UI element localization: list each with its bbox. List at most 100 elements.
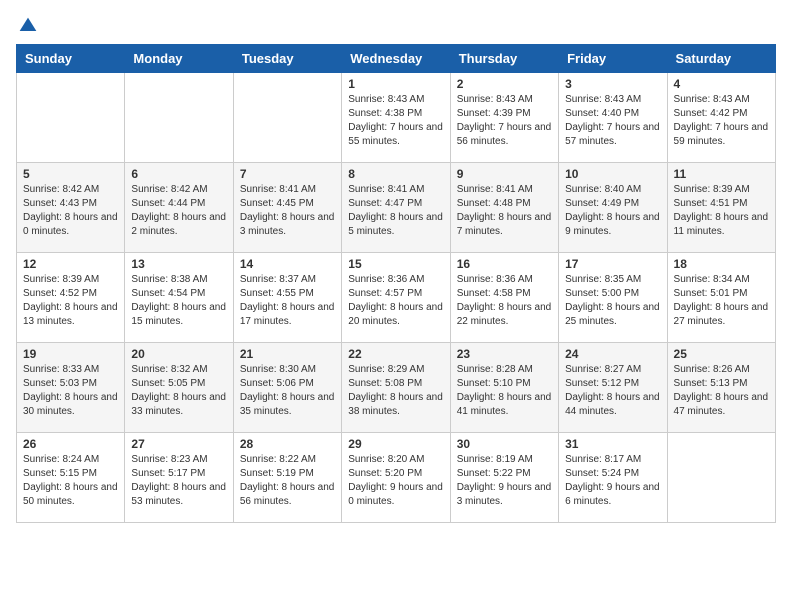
calendar-cell: 15 Sunrise: 8:36 AM Sunset: 4:57 PM Dayli…: [342, 253, 450, 343]
day-info: Sunrise: 8:20 AM Sunset: 5:20 PM Dayligh…: [348, 453, 443, 509]
calendar-cell: 20 Sunrise: 8:32 AM Sunset: 5:05 PM Dayli…: [125, 343, 233, 433]
calendar-cell: [125, 73, 233, 163]
calendar-cell: 21 Sunrise: 8:30 AM Sunset: 5:06 PM Dayli…: [233, 343, 341, 433]
day-number: 11: [674, 167, 769, 181]
weekday-header: Friday: [559, 45, 667, 73]
weekday-header: Wednesday: [342, 45, 450, 73]
day-info: Sunrise: 8:38 AM Sunset: 4:54 PM Dayligh…: [131, 273, 226, 329]
day-info: Sunrise: 8:29 AM Sunset: 5:08 PM Dayligh…: [348, 363, 443, 419]
day-number: 6: [131, 167, 226, 181]
calendar-week-row: 19 Sunrise: 8:33 AM Sunset: 5:03 PM Dayli…: [17, 343, 776, 433]
calendar-cell: 4Sunrise: 8:43 AM Sunset: 4:42 PM Daylig…: [667, 73, 775, 163]
calendar-cell: 13 Sunrise: 8:38 AM Sunset: 4:54 PM Dayli…: [125, 253, 233, 343]
day-info: Sunrise: 8:24 AM Sunset: 5:15 PM Dayligh…: [23, 453, 118, 509]
calendar-cell: 9 Sunrise: 8:41 AM Sunset: 4:48 PM Daylig…: [450, 163, 558, 253]
day-info: Sunrise: 8:41 AM Sunset: 4:45 PM Dayligh…: [240, 183, 335, 239]
day-info: Sunrise: 8:36 AM Sunset: 4:57 PM Dayligh…: [348, 273, 443, 329]
day-info: Sunrise: 8:32 AM Sunset: 5:05 PM Dayligh…: [131, 363, 226, 419]
day-number: 18: [674, 257, 769, 271]
day-number: 23: [457, 347, 552, 361]
day-number: 28: [240, 437, 335, 451]
calendar-cell: 8 Sunrise: 8:41 AM Sunset: 4:47 PM Daylig…: [342, 163, 450, 253]
calendar-cell: 2 Sunrise: 8:43 AM Sunset: 4:39 PM Daylig…: [450, 73, 558, 163]
calendar-cell: 19 Sunrise: 8:33 AM Sunset: 5:03 PM Dayli…: [17, 343, 125, 433]
day-number: 26: [23, 437, 118, 451]
day-number: 12: [23, 257, 118, 271]
weekday-header: Saturday: [667, 45, 775, 73]
day-info: Sunrise: 8:43 AM Sunset: 4:39 PM Dayligh…: [457, 93, 552, 149]
calendar-cell: 28 Sunrise: 8:22 AM Sunset: 5:19 PM Dayli…: [233, 433, 341, 523]
day-info: Sunrise: 8:43 AM Sunset: 4:40 PM Dayligh…: [565, 93, 660, 149]
day-info: Sunrise: 8:41 AM Sunset: 4:48 PM Dayligh…: [457, 183, 552, 239]
day-number: 21: [240, 347, 335, 361]
day-info: Sunrise: 8:33 AM Sunset: 5:03 PM Dayligh…: [23, 363, 118, 419]
calendar-week-row: 5Sunrise: 8:42 AM Sunset: 4:43 PM Daylig…: [17, 163, 776, 253]
day-info: Sunrise: 8:19 AM Sunset: 5:22 PM Dayligh…: [457, 453, 552, 509]
day-info: Sunrise: 8:42 AM Sunset: 4:44 PM Dayligh…: [131, 183, 226, 239]
day-info: Sunrise: 8:17 AM Sunset: 5:24 PM Dayligh…: [565, 453, 660, 509]
day-number: 9: [457, 167, 552, 181]
calendar-cell: [233, 73, 341, 163]
calendar-week-row: 26 Sunrise: 8:24 AM Sunset: 5:15 PM Dayli…: [17, 433, 776, 523]
calendar-cell: 17 Sunrise: 8:35 AM Sunset: 5:00 PM Dayli…: [559, 253, 667, 343]
day-number: 30: [457, 437, 552, 451]
calendar-cell: 10 Sunrise: 8:40 AM Sunset: 4:49 PM Dayli…: [559, 163, 667, 253]
weekday-header: Monday: [125, 45, 233, 73]
day-number: 13: [131, 257, 226, 271]
calendar-header-row: SundayMondayTuesdayWednesdayThursdayFrid…: [17, 45, 776, 73]
day-info: Sunrise: 8:40 AM Sunset: 4:49 PM Dayligh…: [565, 183, 660, 239]
day-number: 17: [565, 257, 660, 271]
day-number: 16: [457, 257, 552, 271]
calendar-cell: 24Sunrise: 8:27 AM Sunset: 5:12 PM Dayli…: [559, 343, 667, 433]
day-info: Sunrise: 8:39 AM Sunset: 4:51 PM Dayligh…: [674, 183, 769, 239]
day-number: 2: [457, 77, 552, 91]
calendar-cell: [17, 73, 125, 163]
calendar-cell: 12 Sunrise: 8:39 AM Sunset: 4:52 PM Dayli…: [17, 253, 125, 343]
day-number: 4: [674, 77, 769, 91]
day-number: 15: [348, 257, 443, 271]
day-number: 3: [565, 77, 660, 91]
day-number: 31: [565, 437, 660, 451]
day-number: 29: [348, 437, 443, 451]
calendar-cell: 6 Sunrise: 8:42 AM Sunset: 4:44 PM Daylig…: [125, 163, 233, 253]
calendar-cell: 16 Sunrise: 8:36 AM Sunset: 4:58 PM Dayli…: [450, 253, 558, 343]
day-info: Sunrise: 8:23 AM Sunset: 5:17 PM Dayligh…: [131, 453, 226, 509]
logo-icon: [18, 16, 38, 36]
calendar-week-row: 1Sunrise: 8:43 AM Sunset: 4:38 PM Daylig…: [17, 73, 776, 163]
calendar-cell: 5Sunrise: 8:42 AM Sunset: 4:43 PM Daylig…: [17, 163, 125, 253]
calendar-cell: 18 Sunrise: 8:34 AM Sunset: 5:01 PM Dayli…: [667, 253, 775, 343]
day-info: Sunrise: 8:35 AM Sunset: 5:00 PM Dayligh…: [565, 273, 660, 329]
day-info: Sunrise: 8:43 AM Sunset: 4:38 PM Dayligh…: [348, 93, 443, 149]
day-number: 20: [131, 347, 226, 361]
day-number: 19: [23, 347, 118, 361]
calendar-week-row: 12 Sunrise: 8:39 AM Sunset: 4:52 PM Dayli…: [17, 253, 776, 343]
logo: [16, 16, 38, 36]
calendar-cell: 31 Sunrise: 8:17 AM Sunset: 5:24 PM Dayli…: [559, 433, 667, 523]
day-info: Sunrise: 8:30 AM Sunset: 5:06 PM Dayligh…: [240, 363, 335, 419]
day-number: 8: [348, 167, 443, 181]
day-number: 27: [131, 437, 226, 451]
day-number: 10: [565, 167, 660, 181]
day-info: Sunrise: 8:34 AM Sunset: 5:01 PM Dayligh…: [674, 273, 769, 329]
calendar-cell: 30 Sunrise: 8:19 AM Sunset: 5:22 PM Dayli…: [450, 433, 558, 523]
page-header: [16, 16, 776, 36]
day-info: Sunrise: 8:39 AM Sunset: 4:52 PM Dayligh…: [23, 273, 118, 329]
day-info: Sunrise: 8:28 AM Sunset: 5:10 PM Dayligh…: [457, 363, 552, 419]
day-number: 14: [240, 257, 335, 271]
day-number: 5: [23, 167, 118, 181]
day-info: Sunrise: 8:36 AM Sunset: 4:58 PM Dayligh…: [457, 273, 552, 329]
calendar-cell: 26 Sunrise: 8:24 AM Sunset: 5:15 PM Dayli…: [17, 433, 125, 523]
calendar-cell: 23 Sunrise: 8:28 AM Sunset: 5:10 PM Dayli…: [450, 343, 558, 433]
calendar-cell: 1Sunrise: 8:43 AM Sunset: 4:38 PM Daylig…: [342, 73, 450, 163]
calendar-cell: 29 Sunrise: 8:20 AM Sunset: 5:20 PM Dayli…: [342, 433, 450, 523]
weekday-header: Thursday: [450, 45, 558, 73]
calendar-cell: 7 Sunrise: 8:41 AM Sunset: 4:45 PM Daylig…: [233, 163, 341, 253]
calendar-cell: 22Sunrise: 8:29 AM Sunset: 5:08 PM Dayli…: [342, 343, 450, 433]
calendar-cell: 27 Sunrise: 8:23 AM Sunset: 5:17 PM Dayli…: [125, 433, 233, 523]
weekday-header: Tuesday: [233, 45, 341, 73]
day-number: 7: [240, 167, 335, 181]
day-number: 25: [674, 347, 769, 361]
day-info: Sunrise: 8:41 AM Sunset: 4:47 PM Dayligh…: [348, 183, 443, 239]
day-info: Sunrise: 8:27 AM Sunset: 5:12 PM Dayligh…: [565, 363, 660, 419]
day-info: Sunrise: 8:22 AM Sunset: 5:19 PM Dayligh…: [240, 453, 335, 509]
